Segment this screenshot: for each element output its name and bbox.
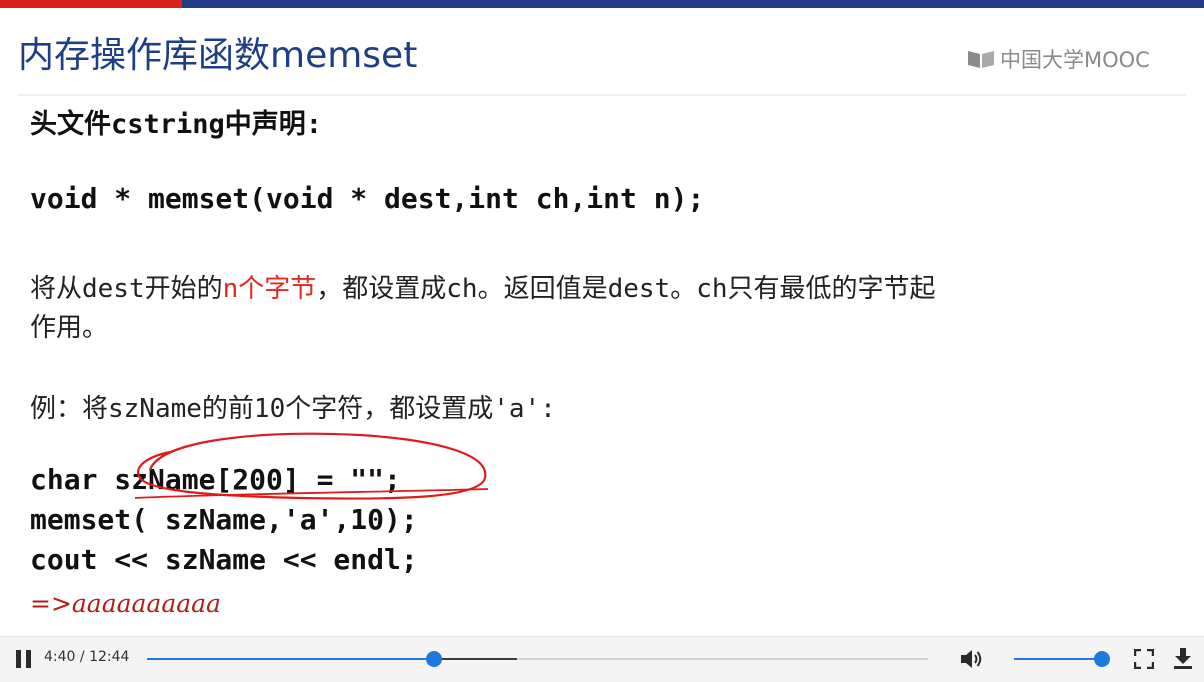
mooc-logo: 中国大学MOOC: [966, 44, 1150, 74]
description-line-1: 将从dest开始的n个字节，都设置成ch。返回值是dest。ch只有最低的字节起: [30, 268, 936, 305]
code-line-2: memset( szName,'a',10);: [30, 503, 418, 536]
volume-fill: [1014, 658, 1102, 660]
mooc-logo-text: 中国大学MOOC: [1000, 48, 1150, 72]
slide-title: 内存操作库函数memset: [18, 35, 418, 76]
volume-slider[interactable]: [1014, 651, 1110, 667]
header-file-line: 头文件cstring中声明:: [30, 109, 323, 140]
progress-handle[interactable]: [425, 651, 442, 667]
mooc-logo-icon: [968, 51, 994, 68]
function-prototype: void * memset(void * dest,int ch,int n);: [30, 182, 705, 215]
current-time: 4:40: [44, 649, 76, 665]
progress-bar[interactable]: [147, 651, 928, 667]
played-bar: [147, 658, 434, 660]
download-icon[interactable]: [1172, 646, 1194, 670]
title-divider: [18, 94, 1186, 96]
fullscreen-icon[interactable]: [1134, 649, 1154, 669]
duration: 12:44: [89, 649, 130, 665]
description-highlight: n个字节: [222, 274, 317, 304]
example-label: 例：将szName的前10个字符，都设置成'a':: [30, 394, 556, 424]
code-line-3: cout << szName << endl;: [30, 543, 418, 576]
video-controls: 4:40 / 12:44: [0, 636, 1204, 682]
volume-handle[interactable]: [1094, 651, 1110, 667]
time-separator: /: [79, 649, 85, 665]
volume-icon[interactable]: [958, 647, 984, 671]
code-line-1: char szName[200] = "";: [30, 463, 401, 496]
description-line-2: 作用。: [30, 313, 109, 343]
pause-icon: [16, 650, 21, 668]
pause-icon-bar: [26, 650, 31, 668]
pause-button[interactable]: [16, 650, 32, 668]
output-result: =>aaaaaaaaaa: [30, 589, 221, 618]
time-display: 4:40 / 12:44: [44, 649, 129, 665]
slide-top-bar: [0, 0, 1204, 8]
description-text-b: ，都设置成ch。返回值是dest。ch只有最低的字节起: [316, 274, 936, 304]
description-text-a: 将从dest开始的: [30, 274, 223, 304]
slide-top-accent: [0, 0, 182, 8]
